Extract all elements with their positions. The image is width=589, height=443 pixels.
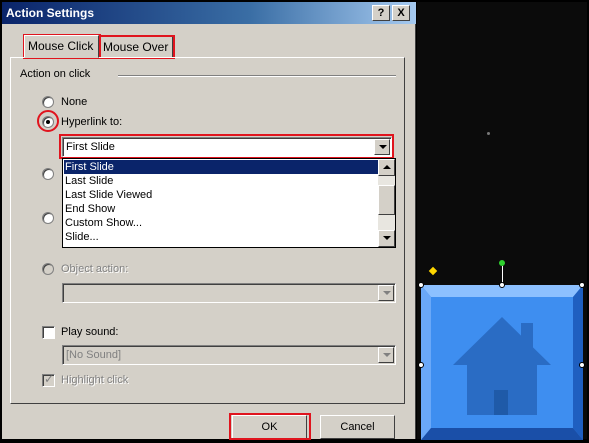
chevron-down-icon[interactable]: [374, 139, 390, 155]
group-divider: [118, 75, 396, 77]
hyperlink-combo-value: First Slide: [66, 141, 115, 153]
resize-handle-r[interactable]: [579, 362, 585, 368]
resize-handle-tr[interactable]: [579, 282, 585, 288]
group-label-action-on-click: Action on click: [20, 68, 95, 80]
list-item[interactable]: Custom Show...: [64, 216, 378, 230]
scroll-thumb[interactable]: [378, 185, 395, 215]
chevron-down-icon[interactable]: [378, 285, 394, 301]
scroll-down-icon[interactable]: [378, 230, 395, 247]
resize-handle-tl[interactable]: [418, 282, 424, 288]
play-sound-label: Play sound:: [61, 326, 119, 338]
chevron-down-icon[interactable]: [378, 347, 394, 363]
radio-none[interactable]: [42, 96, 54, 108]
house-icon: [421, 285, 583, 440]
dialog-title: Action Settings: [6, 6, 95, 20]
radio-hyperlink-label: Hyperlink to:: [61, 116, 123, 128]
radio-object-action[interactable]: [42, 263, 54, 275]
highlight-click-checkbox[interactable]: ✓: [42, 372, 55, 387]
object-action-combo[interactable]: [62, 283, 396, 303]
scroll-up-icon[interactable]: [378, 159, 395, 176]
play-sound-checkbox[interactable]: [42, 326, 55, 339]
resize-handle-t[interactable]: [499, 282, 505, 288]
radio-object-action-label: Object action:: [61, 263, 129, 275]
dropdown-scrollbar[interactable]: [378, 159, 395, 247]
check-icon: ✓: [44, 372, 55, 386]
radio-previous[interactable]: [42, 168, 54, 180]
close-button[interactable]: X: [392, 5, 410, 21]
sound-combo-value: [No Sound]: [66, 349, 122, 361]
resize-handle-l[interactable]: [418, 362, 424, 368]
list-item[interactable]: Slide...: [64, 230, 378, 244]
tab-mouse-click[interactable]: Mouse Click: [24, 35, 99, 58]
star: [487, 132, 490, 135]
list-item[interactable]: End Show: [64, 202, 378, 216]
highlight-click-label: Highlight click: [61, 374, 129, 386]
tab-mouse-over[interactable]: Mouse Over: [99, 36, 173, 58]
hyperlink-dropdown-list[interactable]: First Slide Last Slide Last Slide Viewed…: [62, 158, 396, 248]
home-action-button[interactable]: [421, 285, 583, 440]
list-item[interactable]: Last Slide: [64, 174, 378, 188]
hyperlink-combo[interactable]: First Slide: [62, 137, 392, 157]
title-bar: Action Settings: [2, 2, 416, 24]
sound-combo[interactable]: [No Sound]: [62, 345, 396, 365]
help-button[interactable]: ?: [372, 5, 390, 21]
ok-button[interactable]: OK: [232, 415, 307, 439]
list-item[interactable]: Last Slide Viewed: [64, 188, 378, 202]
radio-hyperlink[interactable]: [42, 116, 54, 128]
radio-run-program[interactable]: [42, 212, 54, 224]
cancel-button[interactable]: Cancel: [320, 415, 395, 439]
radio-dot: [46, 120, 50, 124]
list-item[interactable]: First Slide: [64, 160, 378, 174]
radio-none-label: None: [61, 96, 88, 108]
